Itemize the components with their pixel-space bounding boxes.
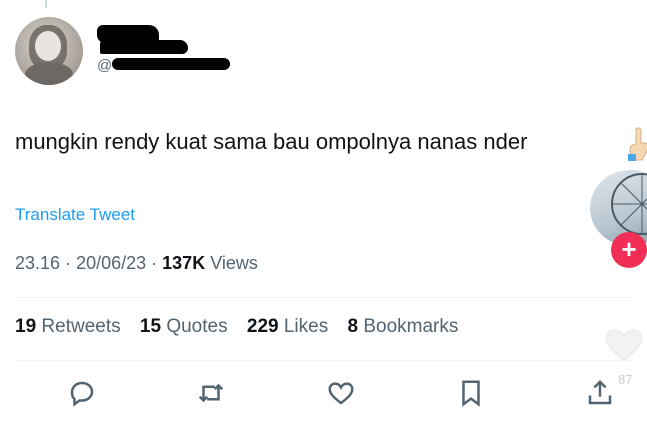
avatar[interactable] bbox=[15, 17, 83, 85]
stat-bookmarks[interactable]: 8 Bookmarks bbox=[348, 316, 459, 337]
like-button[interactable] bbox=[326, 378, 362, 414]
follow-plus-button[interactable]: + bbox=[611, 232, 647, 268]
redacted-handle bbox=[112, 58, 230, 70]
engagement-stats: 19 Retweets 15 Quotes 229 Likes 8 Bookma… bbox=[15, 316, 472, 338]
divider-top bbox=[15, 297, 632, 298]
divider-bottom bbox=[15, 360, 632, 361]
stat-retweets[interactable]: 19 Retweets bbox=[15, 316, 121, 337]
stat-quotes[interactable]: 15 Quotes bbox=[140, 316, 228, 337]
bookmark-icon bbox=[462, 380, 480, 407]
tweet-text: mungkin rendy kuat sama bau ompolnya nan… bbox=[15, 129, 528, 154]
reply-icon bbox=[70, 381, 94, 407]
tweet-date: 20/06/23 bbox=[76, 253, 147, 273]
side-like-count: 87 bbox=[618, 372, 633, 387]
share-button[interactable] bbox=[585, 378, 621, 414]
bookmark-button[interactable] bbox=[456, 378, 492, 414]
tweet-time: 23.16 bbox=[15, 253, 61, 273]
share-icon bbox=[588, 379, 612, 405]
tweet-metadata: 23.16 · 20/06/23 · 137K Views bbox=[15, 253, 258, 273]
tweet-actions-bar bbox=[0, 378, 647, 418]
reply-button[interactable] bbox=[67, 378, 103, 414]
thread-connector-line bbox=[45, 0, 47, 8]
stat-likes[interactable]: 229 Likes bbox=[247, 316, 328, 337]
handle-at-sign: @ bbox=[97, 57, 113, 74]
like-icon bbox=[328, 382, 354, 405]
translate-tweet-link[interactable]: Translate Tweet bbox=[15, 205, 135, 225]
faded-heart-icon[interactable] bbox=[604, 328, 644, 362]
views-count[interactable]: 137K bbox=[162, 253, 205, 273]
redacted-display-name-2 bbox=[100, 40, 188, 54]
retweet-button[interactable] bbox=[196, 378, 232, 414]
hand-emoji-icon bbox=[628, 127, 647, 161]
retweet-icon bbox=[198, 383, 224, 403]
views-label: Views bbox=[210, 253, 258, 273]
